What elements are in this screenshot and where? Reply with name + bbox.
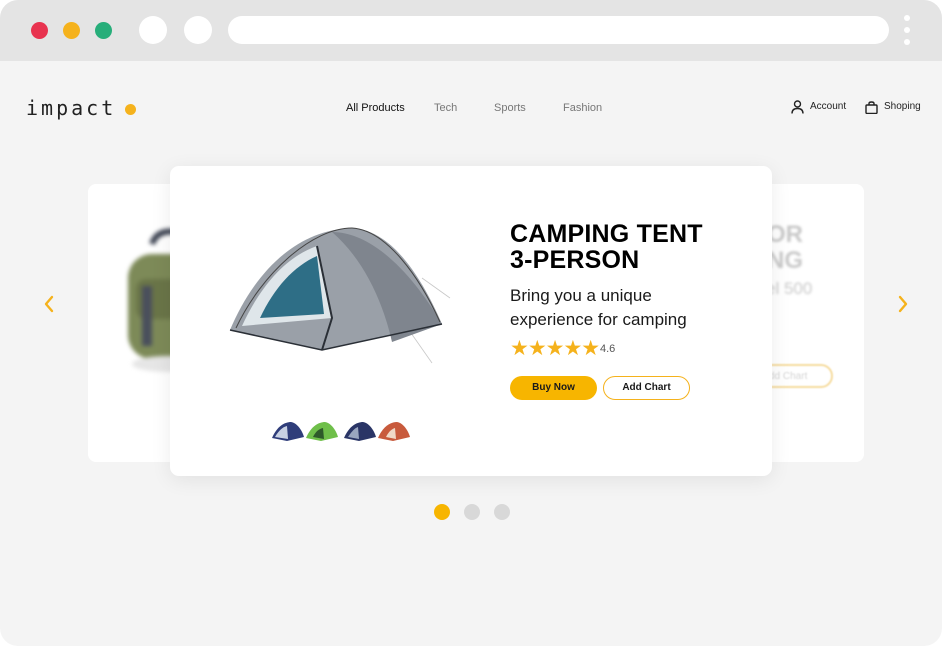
thumbnail-blue-tent[interactable] — [271, 420, 305, 442]
back-button[interactable] — [139, 16, 167, 44]
minimize-window-button[interactable] — [63, 22, 80, 39]
nav-sports[interactable]: Sports — [494, 102, 526, 114]
chevron-left-icon[interactable] — [42, 294, 56, 314]
next-card-subtitle: el 500 — [766, 279, 813, 298]
chevron-right-icon[interactable] — [896, 294, 910, 314]
buy-now-button[interactable]: Buy Now — [510, 376, 597, 400]
site-logo[interactable]: impact — [26, 96, 116, 120]
browser-toolbar — [0, 0, 942, 61]
add-chart-button[interactable]: Add Chart — [603, 376, 690, 400]
nav-all-products[interactable]: All Products — [346, 102, 405, 114]
product-card: CAMPING TENT 3-PERSON Bring you a unique… — [170, 166, 772, 476]
browser-menu-icon[interactable] — [902, 15, 912, 47]
nav-fashion[interactable]: Fashion — [563, 102, 602, 114]
account-link[interactable]: Account — [810, 101, 846, 112]
thumbnail-green-tent[interactable] — [305, 420, 339, 442]
thumbnail-navy-tent[interactable] — [343, 420, 377, 442]
nav-tech[interactable]: Tech — [434, 102, 457, 114]
address-bar[interactable] — [228, 16, 889, 44]
close-window-button[interactable] — [31, 22, 48, 39]
logo-dot — [125, 104, 136, 115]
carousel-dot-1[interactable] — [434, 504, 450, 520]
browser-window: impact All Products Tech Sports Fashion … — [0, 0, 942, 646]
forward-button[interactable] — [184, 16, 212, 44]
next-card-title: OR NG — [767, 221, 803, 274]
shopping-bag-icon[interactable] — [865, 100, 878, 114]
thumbnail-orange-tent[interactable] — [377, 420, 411, 442]
carousel-dot-3[interactable] — [494, 504, 510, 520]
user-icon[interactable] — [791, 100, 804, 114]
tent-image — [229, 227, 451, 364]
carousel-dot-2[interactable] — [464, 504, 480, 520]
product-description: Bring you a unique experience for campin… — [510, 286, 687, 329]
maximize-window-button[interactable] — [95, 22, 112, 39]
product-title: CAMPING TENT 3-PERSON — [510, 220, 703, 274]
star-rating-icon: ★★★★★ — [510, 337, 600, 360]
shopping-link[interactable]: Shoping — [884, 101, 921, 112]
rating-value: 4.6 — [600, 343, 616, 355]
